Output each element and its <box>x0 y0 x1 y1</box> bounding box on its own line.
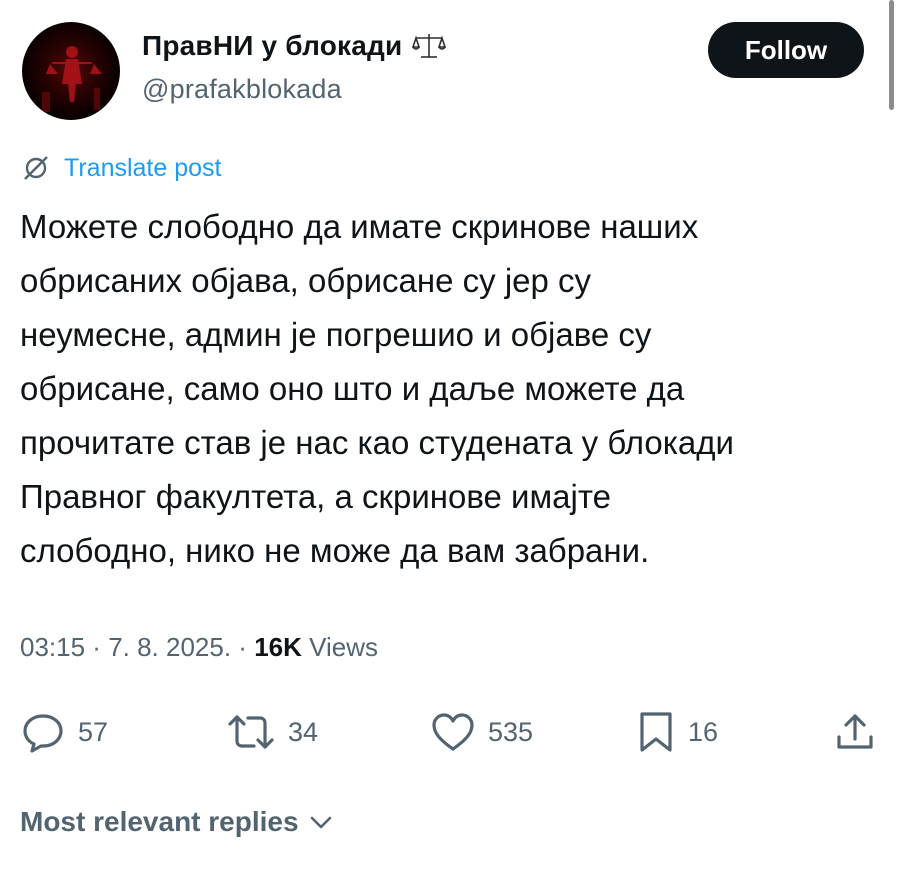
follow-button[interactable]: Follow <box>708 22 864 78</box>
repost-icon <box>228 715 274 749</box>
tweet-line: Можете слободно да имате скринове наших <box>20 208 699 245</box>
tweet-time[interactable]: 03:15 <box>20 632 85 662</box>
author-name-row[interactable]: ПравНИ у блокади <box>142 30 447 62</box>
tweet-line: прочитате став је нас као студената у бл… <box>20 424 734 461</box>
scrollbar[interactable] <box>889 0 894 110</box>
replies-sort-label[interactable]: Most relevant replies <box>20 806 299 838</box>
author-display-name[interactable]: ПравНИ у блокади <box>142 30 402 62</box>
repost-button[interactable]: 34 <box>226 700 318 764</box>
reply-button[interactable]: 57 <box>20 700 108 764</box>
views-count: 16K <box>254 632 302 662</box>
bookmark-button[interactable]: 16 <box>636 700 718 764</box>
repost-count: 34 <box>288 716 319 747</box>
balance-scale-icon <box>412 34 447 58</box>
tweet-line: неумесне, админ је погрешио и објаве су <box>20 316 652 353</box>
translate-post-label[interactable]: Translate post <box>64 154 221 183</box>
tweet-text: Можете слободно да имате скринове наших … <box>20 200 880 578</box>
like-button[interactable]: 535 <box>430 700 533 764</box>
replies-sort-dropdown[interactable]: Most relevant replies <box>20 806 335 838</box>
tweet-date[interactable]: 7. 8. 2025. <box>108 632 231 662</box>
translate-post-link[interactable]: Translate post <box>20 152 221 184</box>
reply-count: 57 <box>78 716 109 747</box>
meta-separator: · <box>231 632 255 662</box>
chevron-down-icon <box>310 816 331 829</box>
views-label: Views <box>309 632 379 662</box>
tweet-line: Правног факултета, а скринове имајте <box>20 478 611 515</box>
share-icon <box>837 714 873 749</box>
tweet-meta: 03:15 · 7. 8. 2025. · 16K Views <box>20 632 378 663</box>
avatar[interactable] <box>22 22 120 120</box>
reply-bubble-icon <box>23 714 63 753</box>
tweet-line: обрисане, само оно што и даље можете да <box>20 370 685 407</box>
share-button[interactable] <box>834 700 876 764</box>
heart-icon <box>432 713 474 751</box>
tweet-actions: 57 34 535 16 <box>0 700 900 764</box>
meta-separator: · <box>85 632 109 662</box>
lady-justice-avatar-icon <box>42 46 102 112</box>
tweet-line: обрисаних објава, обрисане су јер су <box>20 262 592 299</box>
tweet-line: слободно, нико не може да вам забрани. <box>20 532 650 569</box>
globe-slash-icon <box>24 156 48 180</box>
author-handle[interactable]: @prafakblokada <box>142 74 342 105</box>
like-count: 535 <box>488 716 534 747</box>
bookmark-icon <box>640 712 672 752</box>
bookmark-count: 16 <box>688 716 719 747</box>
